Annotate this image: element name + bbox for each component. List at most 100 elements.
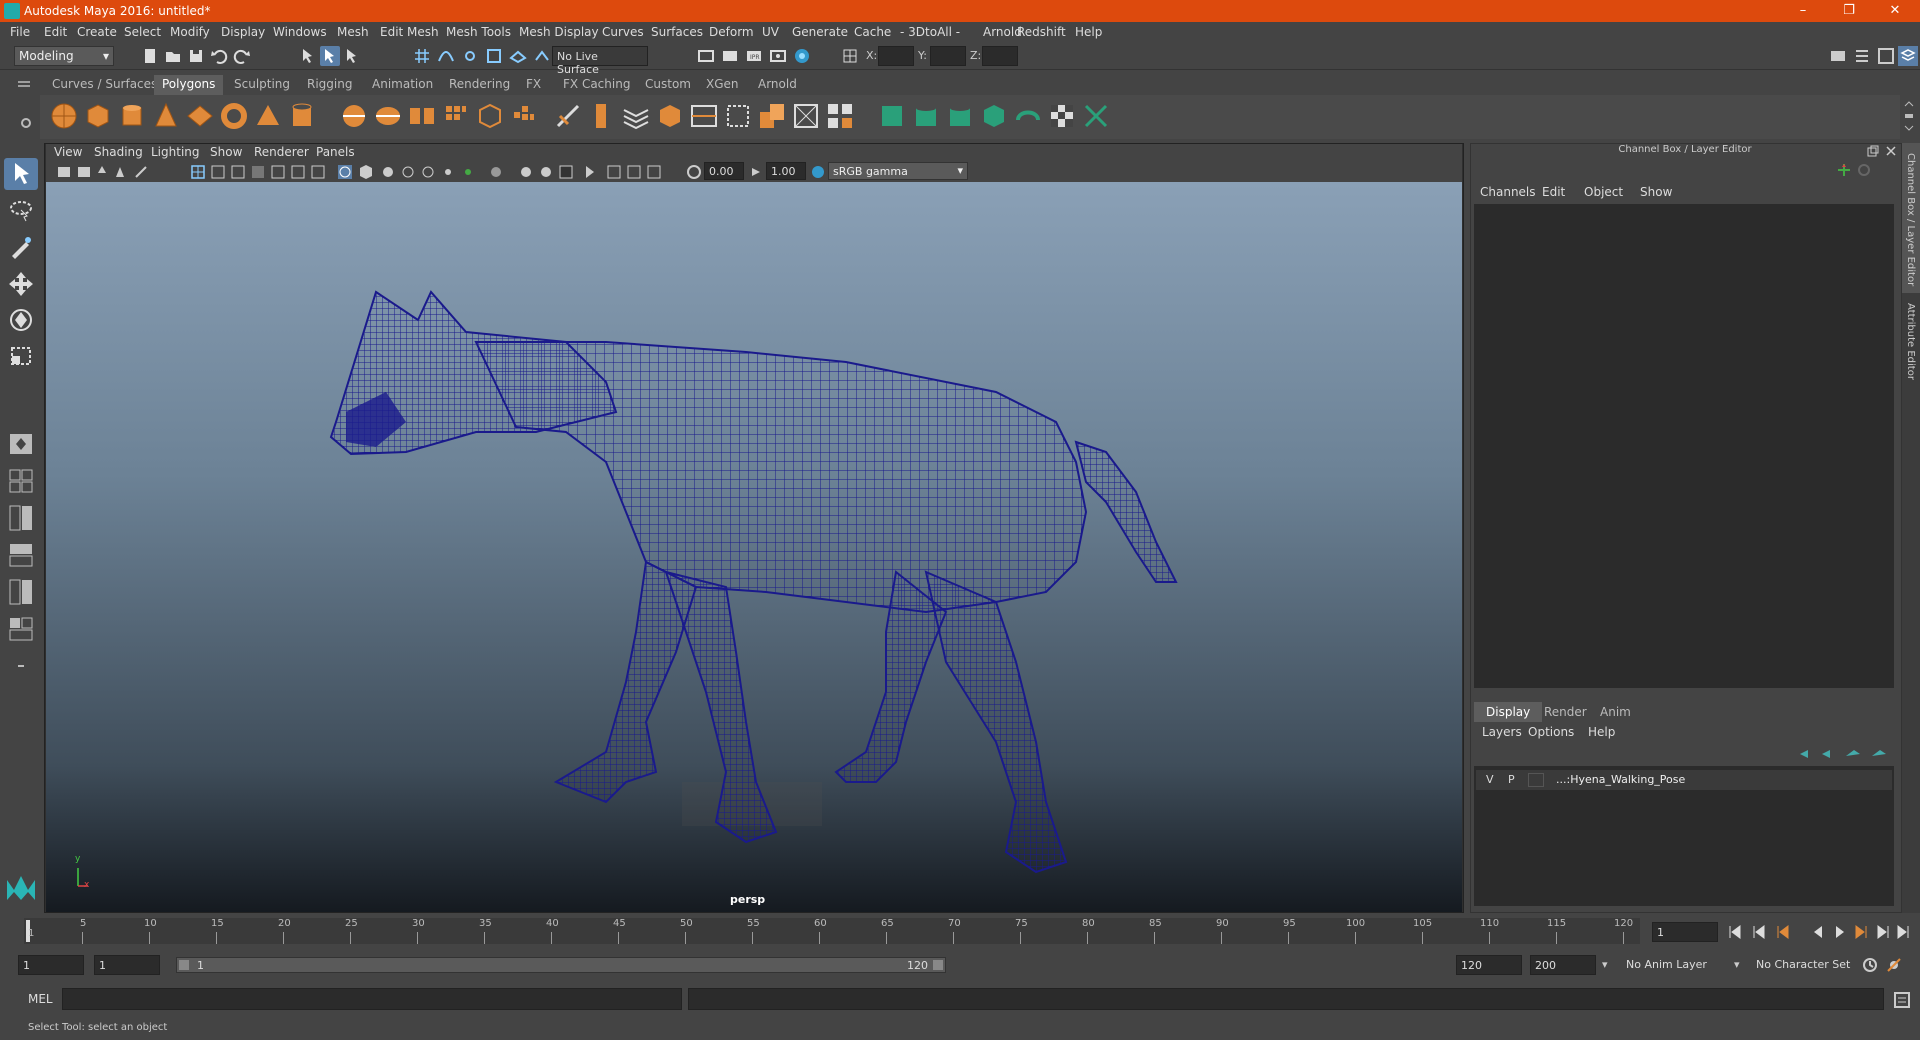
render-frame-icon[interactable] [720, 46, 740, 66]
graph-layout-icon[interactable] [4, 576, 38, 608]
offset-edge-loop-icon[interactable] [722, 100, 754, 132]
time-slider-track[interactable]: 1 5 10 15 20 25 30 35 40 45 50 55 60 65 … [24, 918, 1640, 944]
snap-view-icon[interactable] [484, 46, 504, 66]
playback-start-field[interactable]: 1 [94, 955, 160, 975]
scale-tool-icon[interactable] [4, 340, 38, 372]
uv-checker-icon[interactable] [1046, 100, 1078, 132]
command-language-label[interactable]: MEL [28, 992, 53, 1006]
exposure-field[interactable]: 0.00 [704, 162, 744, 180]
shelf-scroll-icon[interactable] [1902, 98, 1916, 134]
snap-live-icon[interactable] [532, 46, 552, 66]
gamma-icon[interactable] [748, 164, 764, 180]
combine-icon[interactable] [338, 100, 370, 132]
hyena-wireframe-model[interactable] [46, 182, 1462, 912]
channel-box-body[interactable] [1474, 204, 1894, 688]
persp-graph-layout-icon[interactable] [4, 614, 38, 646]
menu-edit[interactable]: Edit [44, 25, 67, 39]
viewport-menu-renderer[interactable]: Renderer [254, 145, 309, 159]
viewport-toolbar-icons-2[interactable] [520, 163, 680, 181]
exposure-icon[interactable] [686, 164, 702, 180]
poly-plane-icon[interactable] [184, 100, 216, 132]
menu-mesh-tools[interactable]: Mesh Tools [446, 25, 511, 39]
toolbox-more-icon[interactable] [4, 650, 38, 682]
menu-mesh[interactable]: Mesh [337, 25, 369, 39]
menu-create[interactable]: Create [77, 25, 117, 39]
shelf-tab-fx-caching[interactable]: FX Caching [555, 75, 638, 95]
extrude-icon[interactable] [508, 100, 540, 132]
snap-surface-icon[interactable] [508, 46, 528, 66]
range-start-handle[interactable] [179, 960, 189, 970]
poly-pyramid-icon[interactable] [252, 100, 284, 132]
playback-controls[interactable] [1726, 922, 1916, 942]
menu-file[interactable]: File [10, 25, 30, 39]
uv-cut-sew-icon[interactable] [1080, 100, 1112, 132]
shelf-tab-rigging[interactable]: Rigging [299, 75, 360, 95]
layer-menu-help[interactable]: Help [1588, 725, 1615, 739]
poly-torus-icon[interactable] [218, 100, 250, 132]
insert-edge-loop-icon[interactable] [688, 100, 720, 132]
z-coord-field[interactable] [982, 46, 1018, 66]
menu-generate[interactable]: Generate [792, 25, 848, 39]
separate-icon[interactable] [372, 100, 404, 132]
layer-playback-toggle[interactable]: P [1508, 773, 1515, 786]
menu-mesh-display[interactable]: Mesh Display [519, 25, 599, 39]
menu-3dtoall[interactable]: - 3DtoAll - [900, 25, 960, 39]
four-pane-layout-icon[interactable] [4, 466, 38, 498]
open-scene-icon[interactable] [163, 46, 183, 66]
channel-box-settings-icon[interactable] [1856, 162, 1872, 178]
menu-redshift[interactable]: Redshift [1017, 25, 1066, 39]
save-scene-icon[interactable] [186, 46, 206, 66]
modeling-toolkit-icon[interactable] [1828, 46, 1848, 66]
shelf-menu-icon[interactable] [14, 78, 34, 92]
shelf-tab-arnold[interactable]: Arnold [750, 75, 805, 95]
shelf-tab-animation[interactable]: Animation [364, 75, 441, 95]
outliner-layout-icon[interactable] [4, 540, 38, 572]
uv-planar-icon[interactable] [876, 100, 908, 132]
viewport-menu-shading[interactable]: Shading [94, 145, 143, 159]
viewport-3d[interactable]: y x [46, 182, 1462, 912]
minimize-button[interactable]: – [1780, 0, 1826, 22]
bevel-icon[interactable] [586, 100, 618, 132]
poly-cube-icon[interactable] [82, 100, 114, 132]
side-tab-channel-box[interactable]: Channel Box / Layer Editor [1902, 143, 1920, 293]
snap-curve-icon[interactable] [436, 46, 456, 66]
select-tool-icon[interactable] [4, 158, 38, 190]
uv-spherical-icon[interactable] [944, 100, 976, 132]
close-button[interactable]: ✕ [1872, 0, 1918, 22]
side-tab-attribute-editor[interactable]: Attribute Editor [1902, 295, 1920, 395]
scene-end-field[interactable]: 200 [1530, 955, 1596, 975]
script-editor-icon[interactable] [1892, 990, 1912, 1010]
layer-visibility-toggle[interactable]: V [1486, 773, 1494, 786]
boolean-icon[interactable] [474, 100, 506, 132]
viewport-toolbar-icons[interactable] [56, 163, 516, 181]
menu-uv[interactable]: UV [762, 25, 779, 39]
range-end-handle[interactable] [933, 960, 943, 970]
layer-tab-anim[interactable]: Anim [1588, 702, 1643, 722]
attribute-editor-toggle-icon[interactable] [1852, 46, 1872, 66]
command-input[interactable] [62, 988, 682, 1010]
paint-select-tool-icon[interactable] [4, 232, 38, 264]
range-slider-bar[interactable]: 1 120 [176, 957, 946, 973]
viewport-menu-view[interactable]: View [54, 145, 82, 159]
viewport-menu-show[interactable]: Show [210, 145, 242, 159]
character-set-dropdown[interactable]: No Character Set [1750, 955, 1870, 975]
multi-cut-icon[interactable] [552, 100, 584, 132]
append-polygon-icon[interactable] [654, 100, 686, 132]
current-frame-field[interactable]: 1 [1652, 922, 1718, 942]
cb-menu-show[interactable]: Show [1640, 185, 1672, 199]
uv-cylindrical-icon[interactable] [910, 100, 942, 132]
rotate-tool-icon[interactable] [4, 304, 38, 336]
shelf-settings-icon[interactable] [16, 99, 36, 135]
shelf-tab-polygons[interactable]: Polygons [154, 75, 224, 95]
layer-create-buttons[interactable] [1796, 746, 1892, 762]
ipr-render-icon[interactable]: IPR [744, 46, 764, 66]
poly-pipe-icon[interactable] [286, 100, 318, 132]
snap-grid-icon[interactable] [412, 46, 432, 66]
viewport-menu-lighting[interactable]: Lighting [151, 145, 200, 159]
cb-menu-channels[interactable]: Channels [1480, 185, 1536, 199]
preferences-icon[interactable] [1884, 955, 1904, 975]
shelf-tab-curves-surfaces[interactable]: Curves / Surfaces [44, 75, 165, 95]
maximize-button[interactable]: ❐ [1826, 0, 1872, 22]
color-management-icon[interactable] [810, 164, 826, 180]
menu-deform[interactable]: Deform [709, 25, 754, 39]
